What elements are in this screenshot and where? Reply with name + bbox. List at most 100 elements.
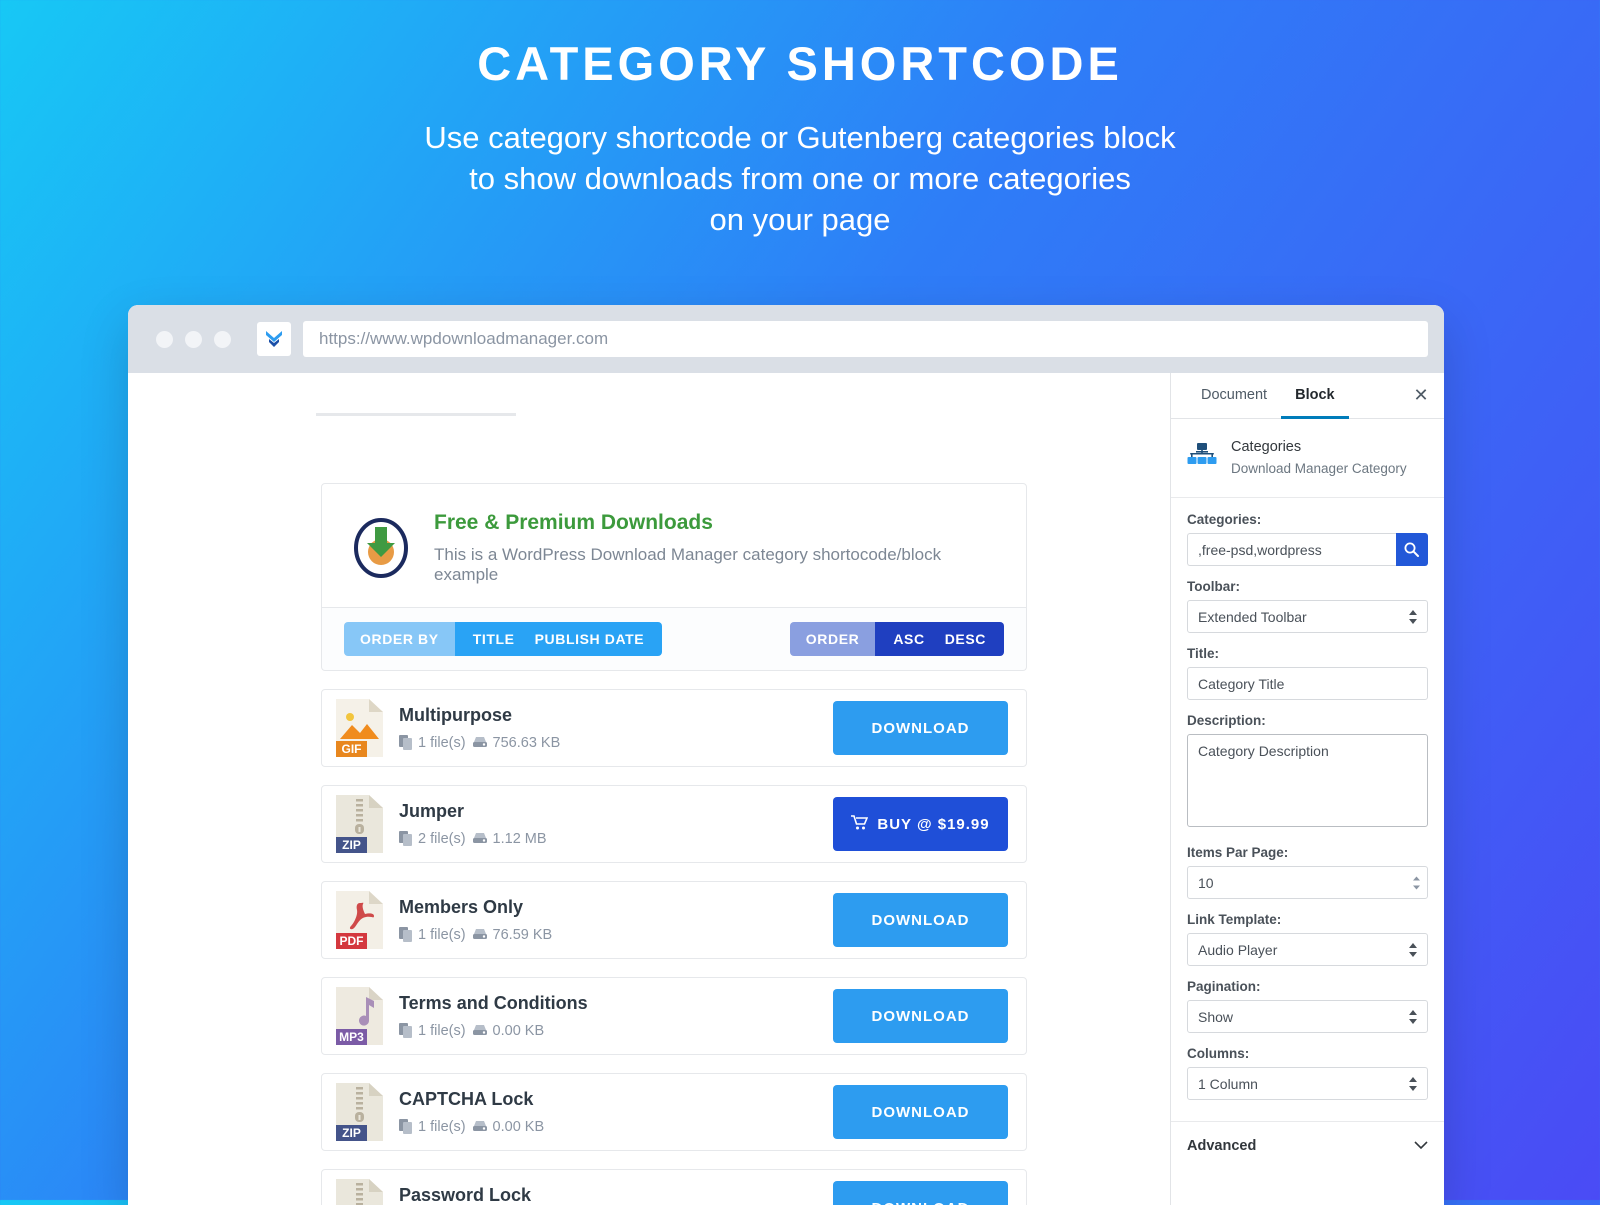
hero-subtitle-line-3: on your page [709, 202, 891, 238]
block-type-title: Categories [1231, 439, 1302, 455]
block-type-subtitle: Download Manager Category [1231, 460, 1407, 476]
download-button[interactable]: DOWNLOAD [833, 1181, 1008, 1205]
size-icon [472, 832, 488, 845]
svg-text:GIF: GIF [342, 742, 362, 756]
field-link-template: Link Template: Audio Player [1187, 912, 1428, 966]
sitemap-categories-icon [1187, 442, 1217, 475]
window-close-dot[interactable] [156, 330, 173, 348]
file-size-label: 0.00 KB [492, 1118, 545, 1135]
download-button[interactable]: DOWNLOAD [833, 1085, 1008, 1140]
files-icon [399, 1119, 413, 1135]
buy-button[interactable]: BUY @ $19.99 [833, 797, 1008, 852]
download-button[interactable]: DOWNLOAD [833, 893, 1008, 948]
hero-subtitle: Use category shortcode or Gutenberg cate… [0, 117, 1600, 241]
categories-label: Categories: [1187, 512, 1262, 527]
download-submeta: 1 file(s) 76.59 KB [399, 927, 817, 943]
items-par-page-input[interactable] [1187, 866, 1428, 899]
file-size-label: 76.59 KB [492, 926, 553, 943]
address-bar-url: https://www.wpdownloadmanager.com [319, 329, 609, 348]
file-type-zip-icon: ZIP [336, 1179, 383, 1205]
address-bar[interactable]: https://www.wpdownloadmanager.com [303, 321, 1428, 357]
items-par-page-number-wrap [1187, 866, 1428, 899]
page-title: CATEGORY SHORTCODE [477, 37, 1123, 90]
download-title: Multipurpose [399, 705, 512, 726]
columns-selected-value: 1 Column [1198, 1075, 1258, 1092]
editor-canvas: Free & Premium Downloads This is a WordP… [128, 373, 1170, 1205]
file-type-pdf-icon: PDF [336, 891, 383, 950]
download-title: Terms and Conditions [399, 993, 588, 1014]
search-icon[interactable] [1395, 533, 1428, 566]
window-minimize-dot[interactable] [185, 330, 202, 348]
file-count-label: 1 file(s) [418, 1118, 466, 1135]
action-label: DOWNLOAD [871, 719, 970, 737]
size-icon [472, 736, 488, 749]
file-count-label: 1 file(s) [418, 734, 466, 751]
download-list-item[interactable]: MP3 Terms and Conditions 1 file(s) 0.00 KB D… [321, 977, 1027, 1056]
download-list-item[interactable]: GIF Multipurpose 1 file(s) 756.63 KB DOWNLOA… [321, 689, 1027, 768]
download-submeta: 1 file(s) 0.00 KB [399, 1023, 817, 1039]
tab-block[interactable]: Block [1281, 373, 1349, 419]
order-desc-button[interactable]: DESC [935, 622, 996, 656]
files-icon [399, 927, 413, 943]
chevron-down-icon [1414, 1138, 1428, 1154]
link-template-select[interactable]: Audio Player [1187, 933, 1428, 966]
download-list-item[interactable]: ZIP Jumper 2 file(s) 1.12 MB BUY @ $19.99 [321, 785, 1027, 864]
file-size: 76.59 KB [472, 926, 553, 943]
link-template-label: Link Template: [1187, 912, 1282, 927]
files-icon [399, 1023, 413, 1039]
order-by-publish-date-button[interactable]: PUBLISH DATE [525, 622, 655, 656]
tab-document[interactable]: Document [1187, 373, 1281, 419]
field-items-par-page: Items Par Page: [1187, 845, 1428, 899]
file-count: 1 file(s) [399, 1023, 466, 1039]
order-asc-button[interactable]: ASC [883, 622, 934, 656]
toolbar-select[interactable]: Extended Toolbar [1187, 600, 1428, 633]
items-par-page-label: Items Par Page: [1187, 845, 1289, 860]
file-type-gif-icon: GIF [336, 699, 383, 758]
size-icon [472, 928, 488, 941]
download-button[interactable]: DOWNLOAD [833, 989, 1008, 1044]
file-count-label: 2 file(s) [418, 830, 466, 847]
svg-text:ZIP: ZIP [342, 1126, 361, 1140]
window-maximize-dot[interactable] [214, 330, 231, 348]
file-count: 1 file(s) [399, 1119, 466, 1135]
file-type-mp3-icon: MP3 [336, 987, 383, 1046]
file-size: 1.12 MB [472, 831, 547, 847]
columns-select[interactable]: 1 Column [1187, 1067, 1428, 1100]
category-header: Free & Premium Downloads This is a WordP… [321, 483, 1027, 609]
close-icon[interactable]: ✕ [1398, 373, 1444, 418]
pagination-selected-value: Show [1198, 1008, 1234, 1025]
file-size: 756.63 KB [472, 735, 560, 751]
number-spinner-icon[interactable] [1412, 876, 1421, 889]
wpdm-category-block[interactable]: Free & Premium Downloads This is a WordP… [321, 483, 1027, 1205]
svg-text:MP3: MP3 [339, 1030, 364, 1044]
field-categories: Categories: [1187, 512, 1428, 566]
download-list-item[interactable]: PDF Members Only 1 file(s) 76.59 KB DOWNLOAD [321, 881, 1027, 960]
sidebar-tabs: Document Block ✕ [1171, 373, 1444, 419]
categories-input[interactable] [1187, 533, 1396, 566]
window-controls [156, 330, 231, 348]
category-title: Free & Premium Downloads [434, 511, 713, 534]
download-title: Members Only [399, 897, 524, 918]
advanced-section-toggle[interactable]: Advanced [1171, 1121, 1444, 1170]
download-button[interactable]: DOWNLOAD [833, 701, 1008, 756]
action-label: DOWNLOAD [871, 1007, 970, 1025]
title-label: Title: [1187, 646, 1220, 661]
field-toolbar: Toolbar: Extended Toolbar [1187, 579, 1428, 633]
sidebar-fields: Categories: Toolbar: Extended Toolbar Title… [1171, 498, 1444, 1113]
editor-body: Free & Premium Downloads This is a WordP… [128, 373, 1444, 1205]
pagination-select[interactable]: Show [1187, 1000, 1428, 1033]
title-input[interactable] [1187, 667, 1428, 700]
columns-label: Columns: [1187, 1046, 1250, 1061]
hero-banner: CATEGORY SHORTCODE Use category shortcod… [0, 0, 1600, 241]
description-textarea[interactable] [1187, 734, 1428, 827]
size-icon [472, 1120, 488, 1133]
download-list-item[interactable]: ZIP CAPTCHA Lock 1 file(s) 0.00 KB DOWNLOAD [321, 1073, 1027, 1152]
download-title: Password Lock [399, 1185, 532, 1205]
categories-input-row [1187, 533, 1428, 566]
order-by-label: ORDER BY [344, 622, 455, 657]
download-title: CAPTCHA Lock [399, 1089, 534, 1110]
order-by-title-button[interactable]: TITLE [463, 622, 525, 656]
download-list: GIF Multipurpose 1 file(s) 756.63 KB DOWNLOA… [321, 689, 1027, 1205]
download-meta: Jumper 2 file(s) 1.12 MB [399, 801, 817, 847]
order-direction-options: ASC DESC [875, 622, 1004, 657]
